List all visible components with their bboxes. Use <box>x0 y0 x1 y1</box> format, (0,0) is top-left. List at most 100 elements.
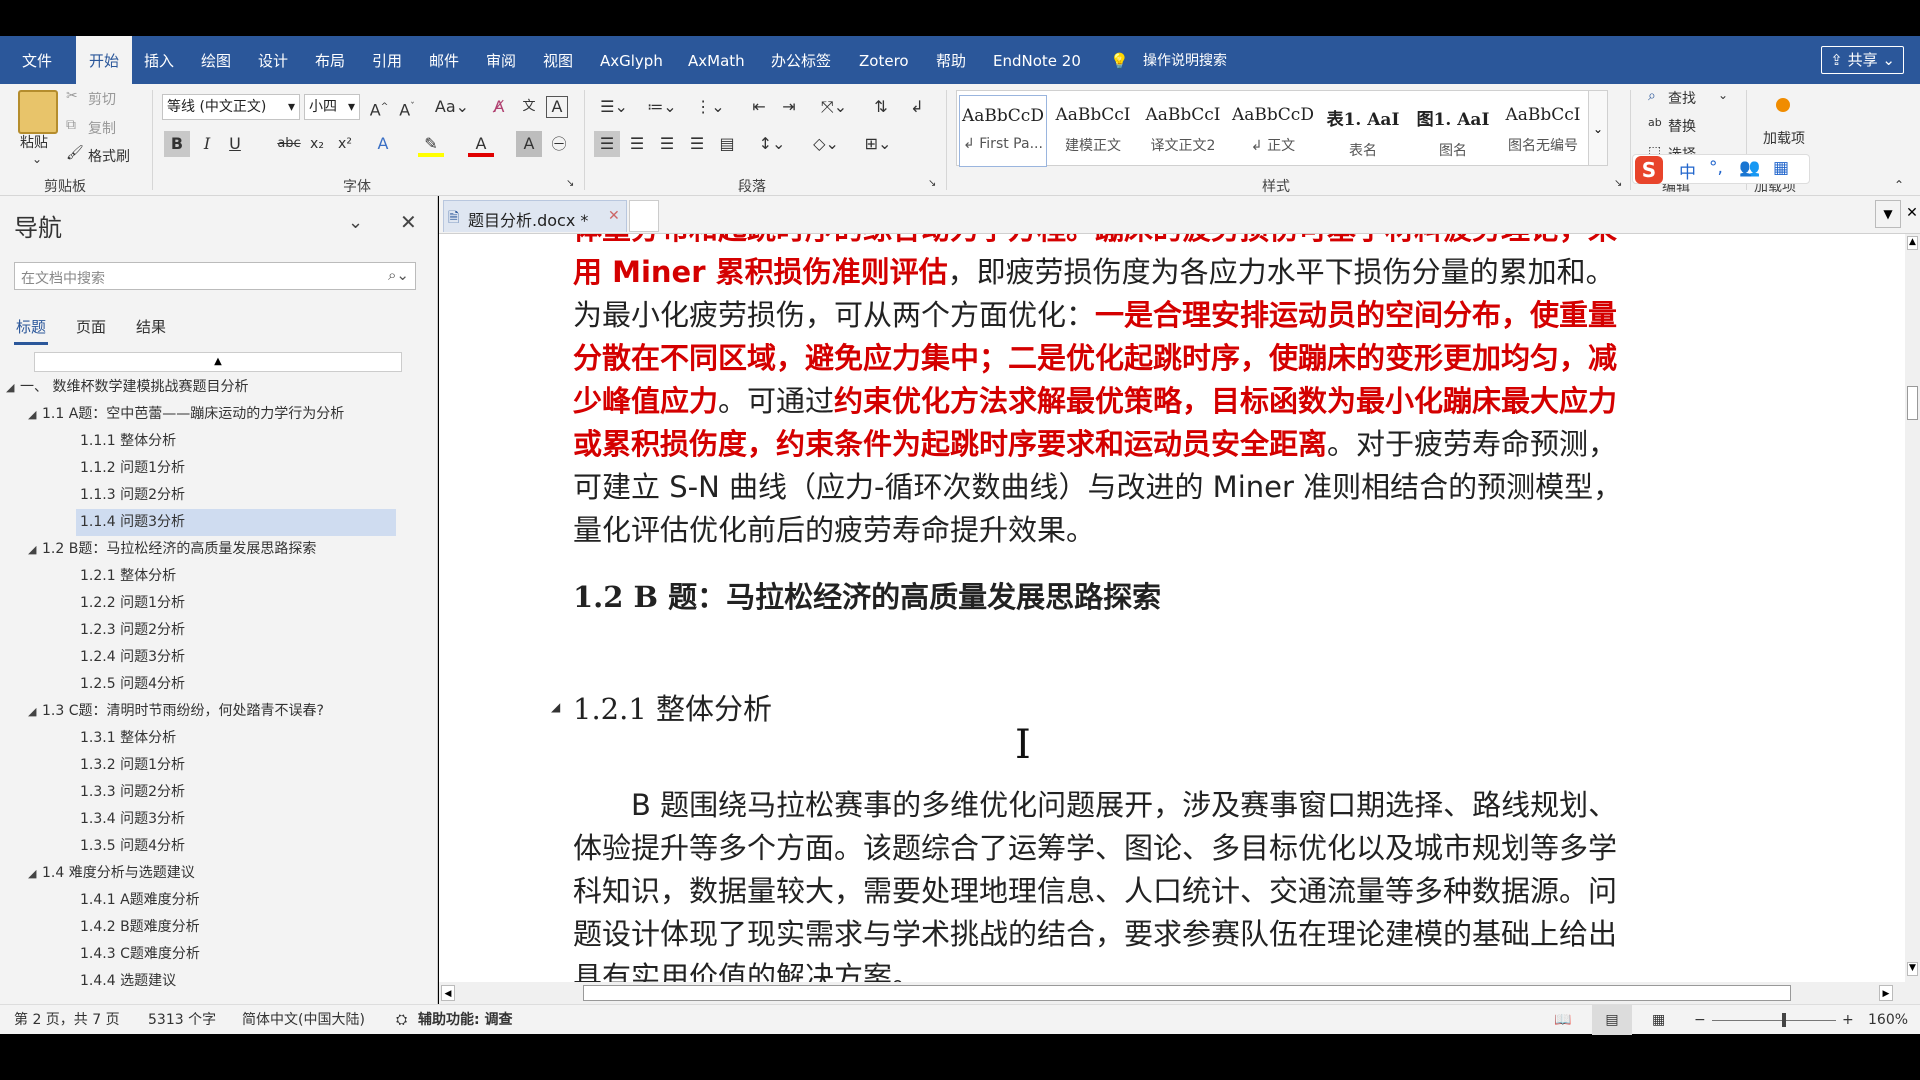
tab-help[interactable]: 帮助 <box>936 36 966 84</box>
tab-layout[interactable]: 布局 <box>315 36 345 84</box>
format-painter-button[interactable]: 格式刷 <box>88 146 130 166</box>
nav-search-input[interactable]: 在文档中搜索 ⌕⌄ <box>14 262 416 290</box>
scroll-up-icon[interactable]: ▲ <box>1907 236 1918 250</box>
increase-indent-icon[interactable]: ⇥ <box>776 94 802 120</box>
tab-design[interactable]: 设计 <box>258 36 288 84</box>
justify-icon[interactable]: ☰ <box>684 131 710 157</box>
addins-button[interactable]: 加载项 <box>1756 130 1812 148</box>
shading-icon[interactable]: ◇⌄ <box>806 131 846 157</box>
paste-button[interactable]: 粘贴 <box>20 132 48 152</box>
dialog-launcher-icon[interactable]: ↘ <box>566 178 574 189</box>
italic-icon[interactable]: I <box>194 131 220 157</box>
tell-me-search[interactable]: 操作说明搜索 <box>1143 36 1227 84</box>
distributed-icon[interactable]: ▤ <box>714 131 740 157</box>
text-effects-icon[interactable]: A <box>370 131 396 157</box>
shrink-font-icon[interactable]: Aˇ <box>394 94 420 120</box>
tab-file[interactable]: 文件 <box>22 36 52 84</box>
nav-heading-item[interactable]: 1.1.3 问题2分析 <box>0 482 438 509</box>
accessibility-icon[interactable]: ⛭ <box>396 1005 407 1035</box>
replace-button[interactable]: 替换 <box>1668 116 1696 136</box>
zoom-level[interactable]: 160% <box>1868 1005 1908 1035</box>
sort-icon[interactable]: ⇅ <box>868 94 894 120</box>
character-border-icon[interactable]: A <box>546 96 568 118</box>
search-icon[interactable]: ⌕⌄ <box>388 266 409 284</box>
scroll-up-icon[interactable]: ▲ <box>34 352 402 372</box>
highlight-icon[interactable]: ✎ <box>418 131 444 157</box>
ime-toolbar[interactable]: S 中 °, 👥 ▦ <box>1632 154 1810 184</box>
collapse-triangle-icon[interactable]: ◢ <box>28 536 36 563</box>
zoom-slider-thumb[interactable] <box>1782 1013 1786 1027</box>
chevron-down-icon[interactable]: ⌄ <box>32 152 42 166</box>
search-icon[interactable]: ⌕ <box>1648 88 1656 104</box>
collapse-ribbon-icon[interactable]: ⌃ <box>1894 178 1904 192</box>
word-count[interactable]: 5313 个字 <box>148 1005 216 1035</box>
style-figure-caption-unnumbered[interactable]: AaBbCcI 图名无编号 <box>1499 95 1587 167</box>
subscript-icon[interactable]: x₂ <box>304 131 330 157</box>
nav-heading-item[interactable]: 1.2.5 问题4分析 <box>0 671 438 698</box>
dialog-launcher-icon[interactable]: ↘ <box>1614 178 1622 189</box>
enclose-characters-icon[interactable]: ㊀ <box>546 131 572 157</box>
language-indicator[interactable]: 简体中文(中国大陆) <box>242 1005 365 1035</box>
nav-heading-item[interactable]: 1.4.3 C题难度分析 <box>0 941 438 968</box>
document-tab[interactable]: 🗎 题目分析.docx * ✕ <box>443 200 627 232</box>
tab-view[interactable]: 视图 <box>543 36 573 84</box>
scroll-right-icon[interactable]: ▶ <box>1879 985 1893 1001</box>
close-icon[interactable]: ✕ <box>608 208 620 224</box>
tab-list-dropdown-icon[interactable]: ▼ <box>1875 200 1901 228</box>
collapse-triangle-icon[interactable]: ◢ <box>6 374 14 401</box>
multilevel-list-icon[interactable]: ⋮⌄ <box>690 94 730 120</box>
addins-icon[interactable] <box>1776 98 1790 112</box>
nav-heading-item[interactable]: 1.3.2 问题1分析 <box>0 752 438 779</box>
align-center-icon[interactable]: ☰ <box>624 131 650 157</box>
scroll-down-icon[interactable]: ▼ <box>1907 962 1918 976</box>
grid-menu-icon[interactable]: ▦ <box>1773 158 1789 178</box>
document-page[interactable]: 体重分布和起跳时序的综合动力学方程。蹦床的疲劳损伤可基于材料疲劳理论，采 用 M… <box>439 234 1905 982</box>
accessibility-status[interactable]: 辅助功能: 调查 <box>418 1005 512 1035</box>
phonetic-guide-icon[interactable]: 文 <box>516 94 542 120</box>
tab-zotero[interactable]: Zotero <box>859 36 909 84</box>
nav-options-chevron-icon[interactable]: ⌄ <box>348 212 363 233</box>
copy-icon[interactable]: ⧉ <box>66 117 76 133</box>
close-icon[interactable]: ✕ <box>400 210 417 234</box>
nav-heading-item[interactable]: ◢ 1.2 B题：马拉松经济的高质量发展思路探索 <box>0 536 438 563</box>
font-color-icon[interactable]: A <box>468 131 494 157</box>
share-button[interactable]: ⇪ 共享 ⌄ <box>1821 46 1904 74</box>
nav-heading-item[interactable]: 1.1.4 问题3分析 <box>0 509 438 536</box>
chevron-down-icon[interactable]: ⌄ <box>1718 88 1728 102</box>
nav-heading-item[interactable]: ◢ 1.3 C题：清明时节雨纷纷，何处踏青不误春? <box>0 698 438 725</box>
style-translation-body2[interactable]: AaBbCcI 译文正文2 <box>1139 95 1227 167</box>
punctuation-icon[interactable]: °, <box>1709 158 1723 178</box>
bold-icon[interactable]: B <box>164 131 190 157</box>
zoom-slider[interactable] <box>1712 1020 1836 1021</box>
vertical-scrollbar[interactable]: ▲ ▼ <box>1905 234 1920 982</box>
tab-review[interactable]: 审阅 <box>486 36 516 84</box>
nav-heading-item[interactable]: ◢ 1.4 难度分析与选题建议 <box>0 860 438 887</box>
nav-heading-item[interactable]: 1.3.3 问题2分析 <box>0 779 438 806</box>
nav-heading-item[interactable]: 1.3.4 问题3分析 <box>0 806 438 833</box>
nav-heading-item[interactable]: 1.2.1 整体分析 <box>0 563 438 590</box>
nav-heading-item[interactable]: 1.1.1 整体分析 <box>0 428 438 455</box>
nav-heading-item[interactable]: 1.3.5 问题4分析 <box>0 833 438 860</box>
horizontal-scrollbar[interactable]: ◀ ▶ <box>439 982 1920 1004</box>
cut-button[interactable]: 剪切 <box>88 89 116 109</box>
nav-tab-pages[interactable]: 页面 <box>76 316 106 337</box>
nav-heading-item[interactable]: 1.2.3 问题2分析 <box>0 617 438 644</box>
replace-icon[interactable]: ab <box>1648 116 1662 129</box>
print-layout-icon[interactable]: ▤ <box>1592 1005 1632 1035</box>
tab-mailings[interactable]: 邮件 <box>429 36 459 84</box>
nav-heading-item[interactable]: 1.2.2 问题1分析 <box>0 590 438 617</box>
scroll-left-icon[interactable]: ◀ <box>441 985 455 1001</box>
numbering-icon[interactable]: ≔⌄ <box>642 94 682 120</box>
scroll-thumb[interactable] <box>583 985 1791 1001</box>
new-tab-button[interactable] <box>629 200 659 232</box>
nav-heading-item[interactable]: 1.4.4 选题建议 <box>0 968 438 995</box>
borders-icon[interactable]: ⊞⌄ <box>858 131 898 157</box>
font-size-combo[interactable]: 小四 ▾ <box>304 94 360 120</box>
tab-home[interactable]: 开始 <box>76 36 132 84</box>
nav-tab-results[interactable]: 结果 <box>136 316 166 337</box>
tab-axmath[interactable]: AxMath <box>688 36 745 84</box>
web-layout-icon[interactable]: ▦ <box>1652 1005 1665 1035</box>
zoom-in-icon[interactable]: + <box>1842 1005 1854 1035</box>
tab-draw[interactable]: 绘图 <box>201 36 231 84</box>
strikethrough-icon[interactable]: abc <box>276 131 302 157</box>
